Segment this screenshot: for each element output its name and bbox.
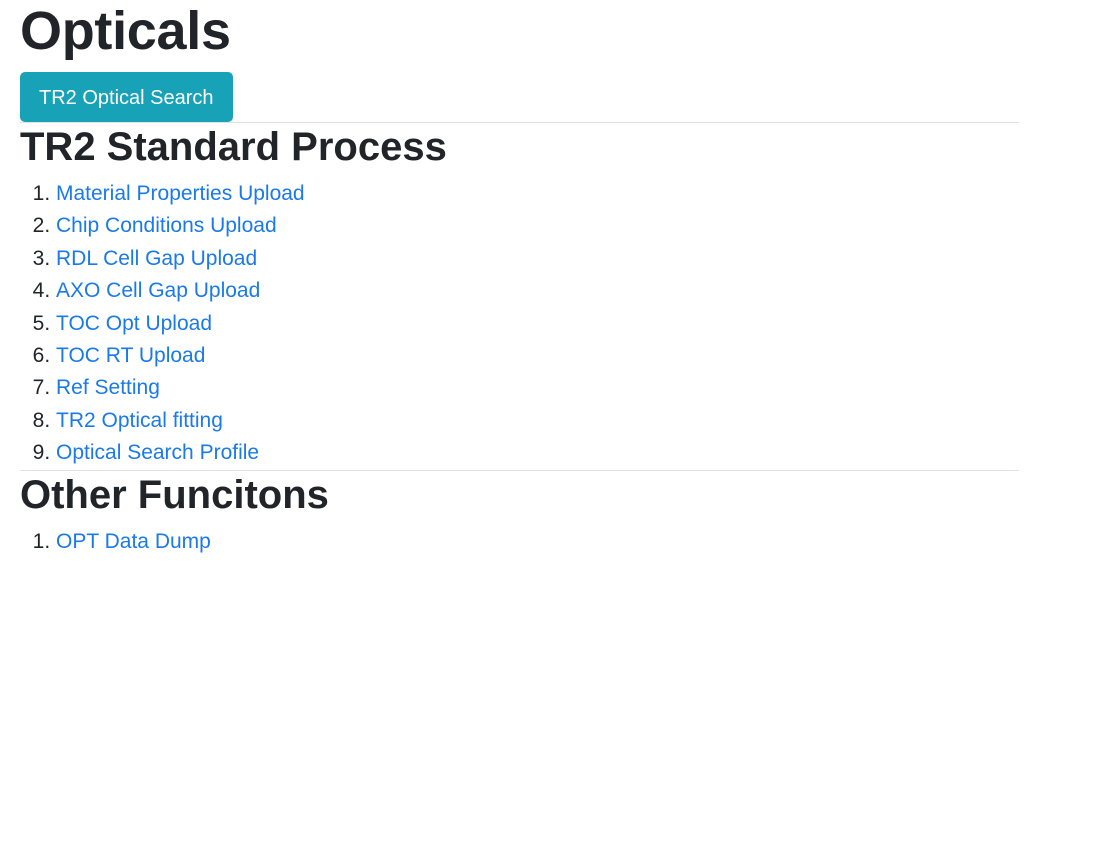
standard-process-title: TR2 Standard Process xyxy=(20,125,447,169)
optical-search-profile-link[interactable]: Optical Search Profile xyxy=(56,441,259,464)
ref-setting-link[interactable]: Ref Setting xyxy=(56,376,160,399)
list-item: OPT Data Dump xyxy=(56,526,1019,558)
tr2-optical-fitting-link[interactable]: TR2 Optical fitting xyxy=(56,409,223,432)
material-properties-upload-link[interactable]: Material Properties Upload xyxy=(56,182,305,205)
rdl-cell-gap-upload-link[interactable]: RDL Cell Gap Upload xyxy=(56,247,257,270)
standard-process-list: Material Properties Upload Chip Conditio… xyxy=(20,178,1019,470)
opt-data-dump-link[interactable]: OPT Data Dump xyxy=(56,530,211,553)
chip-conditions-upload-link[interactable]: Chip Conditions Upload xyxy=(56,214,277,237)
list-item: Optical Search Profile xyxy=(56,437,1019,469)
list-item: TR2 Optical fitting xyxy=(56,405,1019,437)
list-item: RDL Cell Gap Upload xyxy=(56,243,1019,275)
main-container: Opticals TR2 Optical Search TR2 Standard… xyxy=(20,0,1019,558)
other-functions-list: OPT Data Dump xyxy=(20,526,1019,558)
list-item: Ref Setting xyxy=(56,372,1019,404)
other-functions-title: Other Funcitons xyxy=(20,472,329,517)
list-item: TOC RT Upload xyxy=(56,340,1019,372)
toc-rt-upload-link[interactable]: TOC RT Upload xyxy=(56,344,205,367)
page-title: Opticals xyxy=(20,1,231,61)
axo-cell-gap-upload-link[interactable]: AXO Cell Gap Upload xyxy=(56,279,260,302)
list-item: Material Properties Upload xyxy=(56,178,1019,210)
list-item: TOC Opt Upload xyxy=(56,308,1019,340)
list-item: Chip Conditions Upload xyxy=(56,210,1019,242)
toc-opt-upload-link[interactable]: TOC Opt Upload xyxy=(56,312,212,335)
tr2-optical-search-button[interactable]: TR2 Optical Search xyxy=(20,72,233,122)
list-item: AXO Cell Gap Upload xyxy=(56,275,1019,307)
